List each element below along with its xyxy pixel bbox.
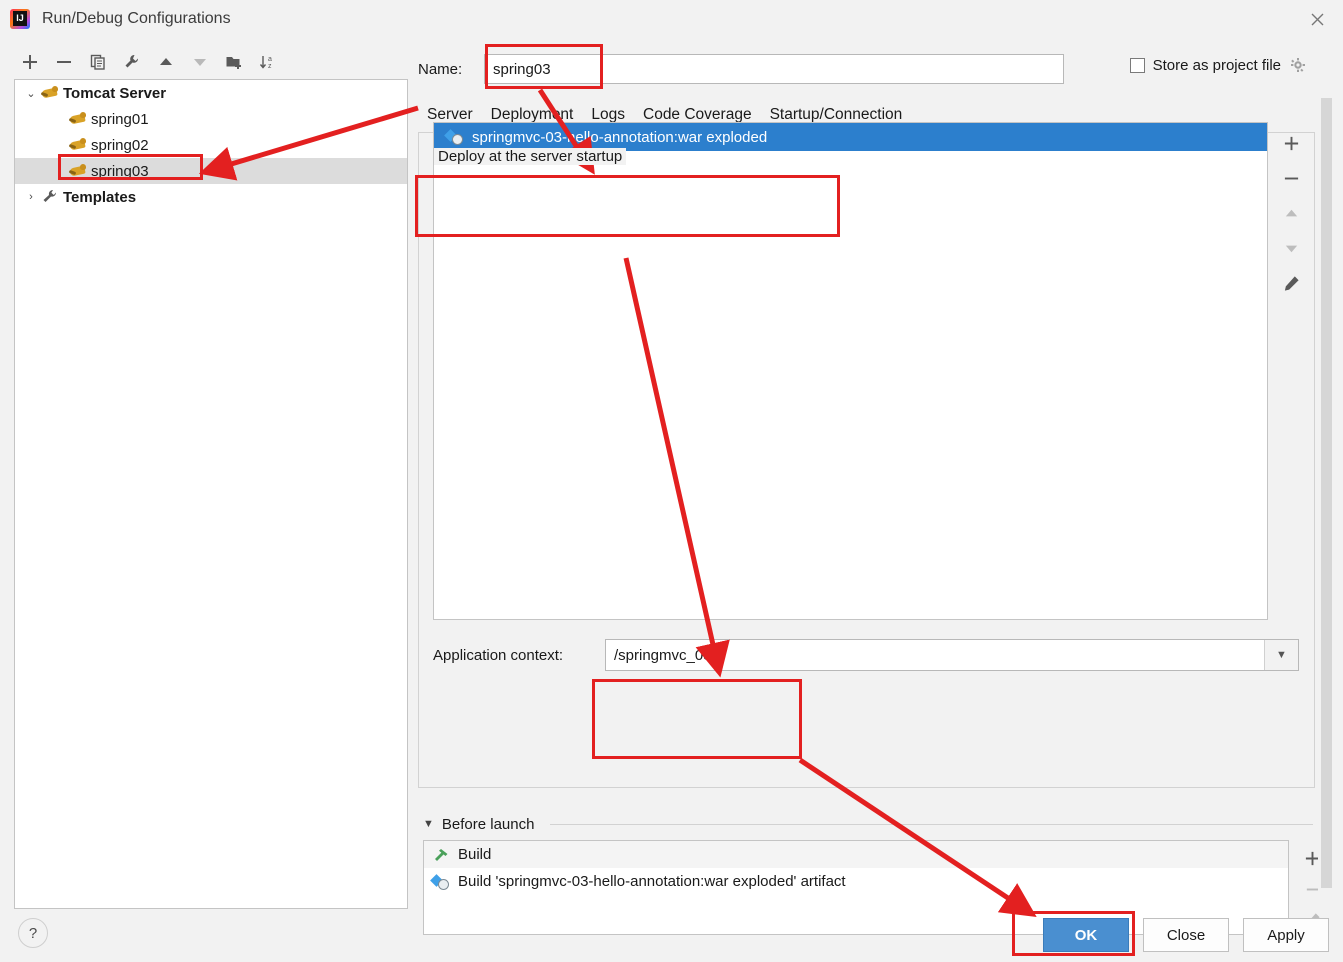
configuration-editor-pane: Name: Store as project file Server Deplo… <box>418 40 1343 910</box>
store-as-project-file-label: Store as project file <box>1153 57 1281 74</box>
tomcat-icon <box>69 111 87 127</box>
wrench-icon <box>41 189 59 205</box>
application-context-field[interactable]: ▼ <box>605 639 1299 671</box>
chevron-down-icon[interactable]: ▼ <box>1264 640 1298 670</box>
application-context-label: Application context: <box>433 647 605 664</box>
help-button[interactable]: ? <box>18 918 48 948</box>
tomcat-icon <box>41 85 59 101</box>
tree-item-label: Tomcat Server <box>63 85 166 102</box>
tree-item-label: Templates <box>63 189 136 206</box>
deploy-at-server-startup-label: Deploy at the server startup <box>434 148 626 165</box>
application-context-row: Application context: ▼ <box>433 638 1299 672</box>
window-titlebar: IJ Run/Debug Configurations <box>0 0 1343 38</box>
deployment-artifact-row[interactable]: springmvc-03-hello-annotation:war explod… <box>434 123 1267 151</box>
tomcat-icon <box>69 137 87 153</box>
before-launch-label: Before launch <box>442 816 535 833</box>
tree-twisty-icon[interactable]: › <box>21 191 41 203</box>
edit-templates-wrench-icon[interactable] <box>116 47 148 77</box>
configurations-tree[interactable]: ⌄ Tomcat Server spring01 spring02 spring… <box>14 79 408 909</box>
intellij-idea-icon: IJ <box>10 9 30 29</box>
tree-item-tomcat-server[interactable]: ⌄ Tomcat Server <box>15 80 407 106</box>
deployment-list-toolbar <box>1269 122 1313 620</box>
add-configuration-button[interactable] <box>14 47 46 77</box>
svg-text:a: a <box>268 56 272 63</box>
apply-button[interactable]: Apply <box>1243 918 1329 952</box>
tree-item-label: spring03 <box>91 163 149 180</box>
before-launch-task-row[interactable]: Build <box>424 841 1288 868</box>
scrollbar-thumb[interactable] <box>1321 98 1332 888</box>
application-context-input[interactable] <box>606 640 1264 670</box>
configurations-toolbar: a z <box>14 46 409 78</box>
name-label: Name: <box>418 61 484 78</box>
remove-configuration-button[interactable] <box>48 47 80 77</box>
store-as-project-file-row[interactable]: Store as project file <box>1130 56 1307 74</box>
before-launch-task-label: Build <box>458 846 491 863</box>
tree-item-spring01[interactable]: spring01 <box>15 106 407 132</box>
tree-item-label: spring01 <box>91 111 149 128</box>
sort-alphabetically-button[interactable]: a z <box>252 47 284 77</box>
new-folder-button[interactable] <box>218 47 250 77</box>
artifact-icon <box>432 874 450 890</box>
close-button[interactable]: Close <box>1143 918 1229 952</box>
tree-item-label: spring02 <box>91 137 149 154</box>
close-icon[interactable] <box>1291 0 1343 38</box>
before-launch-task-label: Build 'springmvc-03-hello-annotation:war… <box>458 873 846 890</box>
triangle-down-icon[interactable]: ▼ <box>423 818 434 830</box>
tree-item-spring02[interactable]: spring02 <box>15 132 407 158</box>
copy-configuration-button[interactable] <box>82 47 114 77</box>
dialog-button-row: OK Close Apply <box>1043 918 1329 952</box>
store-as-project-file-checkbox[interactable] <box>1130 58 1145 73</box>
window-title: Run/Debug Configurations <box>42 10 231 28</box>
run-debug-configurations-dialog: IJ Run/Debug Configurations <box>0 0 1343 962</box>
deployment-artifact-label: springmvc-03-hello-annotation:war explod… <box>472 129 767 146</box>
before-launch-divider <box>550 824 1313 825</box>
tree-twisty-icon[interactable]: ⌄ <box>21 87 41 100</box>
move-artifact-down-button[interactable] <box>1274 233 1308 263</box>
move-up-button[interactable] <box>150 47 182 77</box>
before-launch-task-row[interactable]: Build 'springmvc-03-hello-annotation:war… <box>424 868 1288 895</box>
tree-item-spring03[interactable]: spring03 <box>15 158 407 184</box>
artifact-icon <box>446 129 464 145</box>
move-down-button[interactable] <box>184 47 216 77</box>
remove-artifact-button[interactable] <box>1274 163 1308 193</box>
tomcat-icon <box>69 163 87 179</box>
svg-text:z: z <box>268 63 272 70</box>
main-vertical-scrollbar[interactable] <box>1318 96 1334 910</box>
name-input[interactable] <box>484 54 1064 84</box>
tree-item-templates[interactable]: › Templates <box>15 184 407 210</box>
add-artifact-button[interactable] <box>1274 128 1308 158</box>
ok-button[interactable]: OK <box>1043 918 1129 952</box>
deployment-artifacts-list[interactable]: springmvc-03-hello-annotation:war explod… <box>433 122 1268 620</box>
hammer-icon <box>432 847 450 863</box>
move-artifact-up-button[interactable] <box>1274 198 1308 228</box>
edit-artifact-pencil-icon[interactable] <box>1274 268 1308 298</box>
before-launch-header[interactable]: ▼ Before launch <box>423 812 1313 836</box>
gear-icon[interactable] <box>1289 56 1307 74</box>
